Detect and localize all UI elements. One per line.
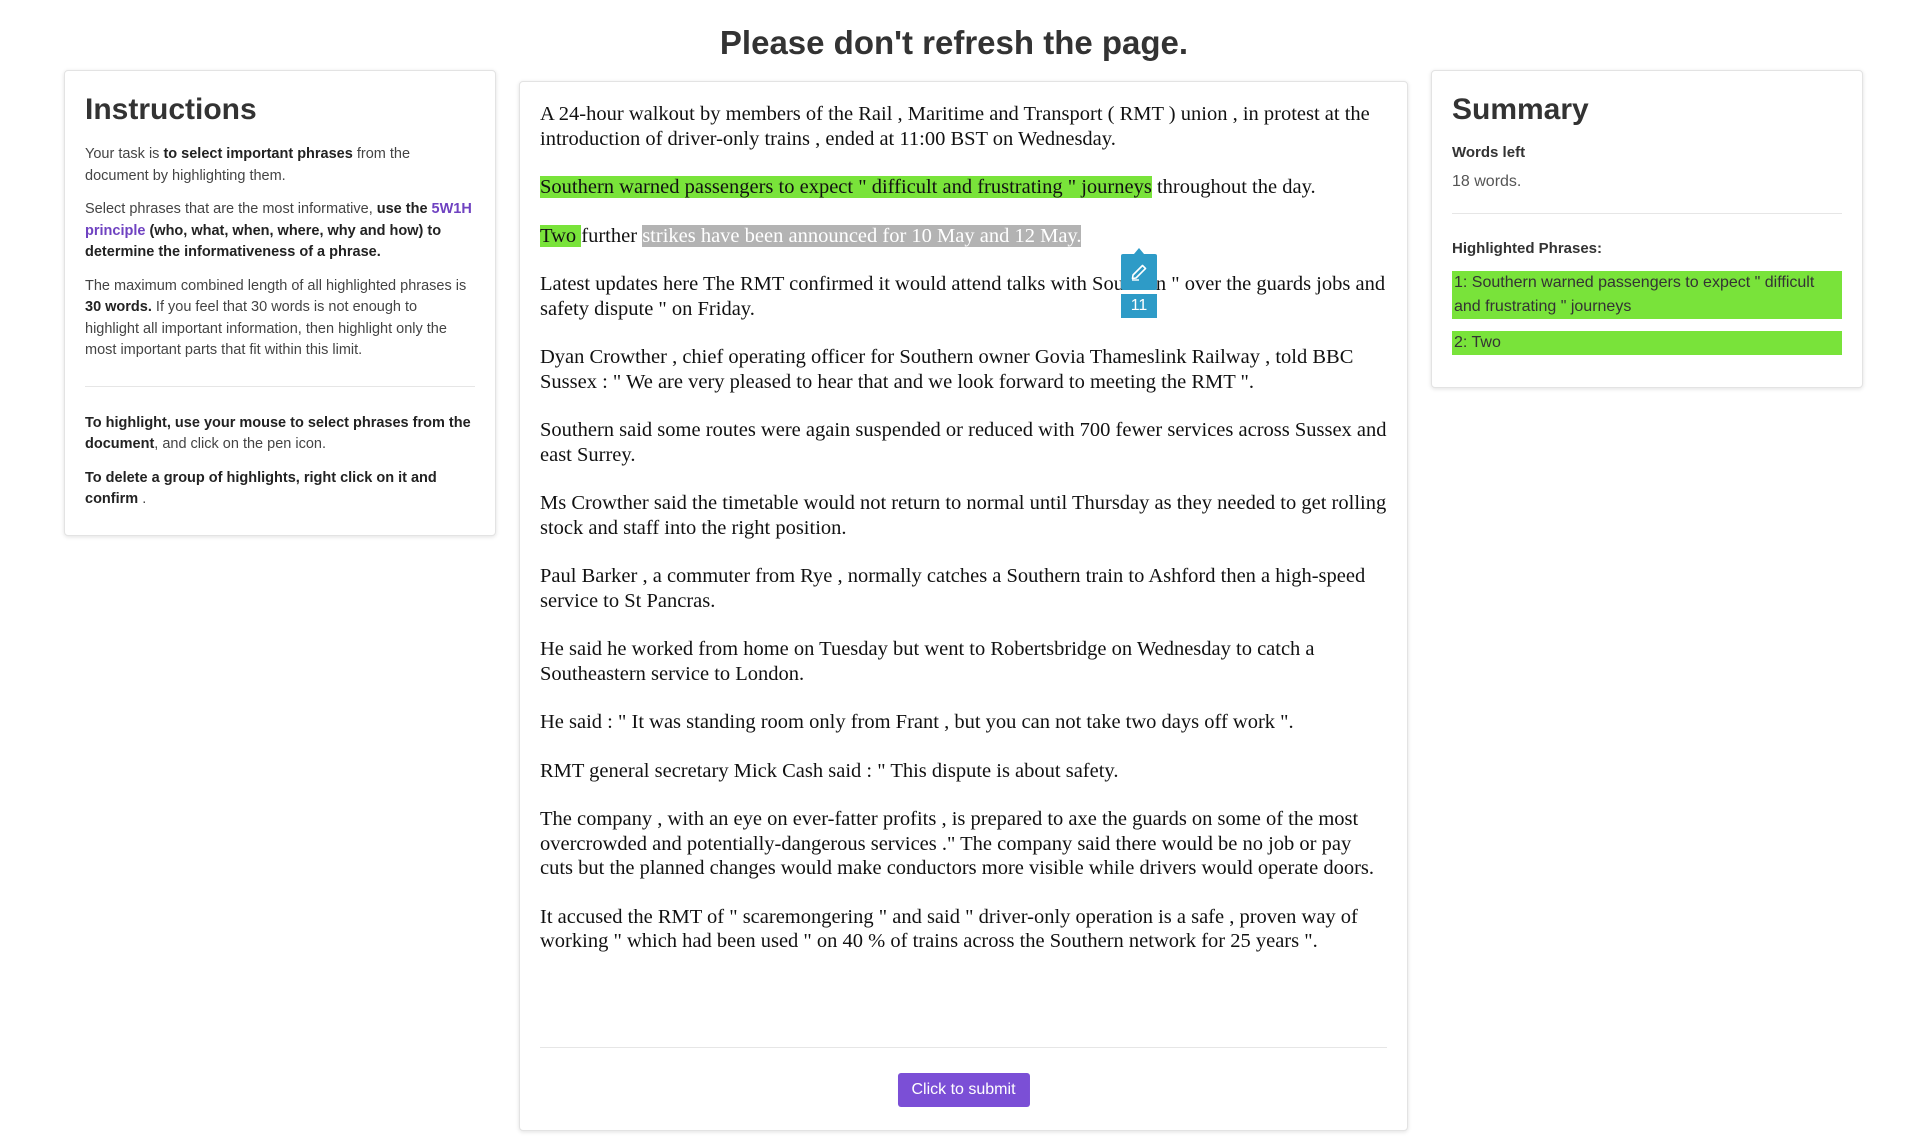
doc-paragraph[interactable]: He said he worked from home on Tuesday b… [540, 637, 1387, 686]
summary-panel: Summary Words left 18 words. Highlighted… [1431, 70, 1863, 388]
doc-paragraph[interactable]: He said : " It was standing room only fr… [540, 710, 1387, 735]
doc-text[interactable]: further [581, 225, 642, 247]
highlighted-phrases-label: Highlighted Phrases: [1452, 240, 1603, 257]
instructions-task: Your task is to select important phrases… [85, 144, 475, 187]
instructions-emphasis: use the [376, 201, 432, 217]
instructions-text: Select phrases that are the most informa… [85, 201, 377, 217]
instructions-text: The maximum combined length of all highl… [85, 277, 467, 294]
doc-text[interactable]: throughout the day. [1152, 176, 1316, 198]
document-body[interactable]: A 24-hour walkout by members of the Rail… [540, 102, 1387, 954]
highlight-popup: 11 [1121, 248, 1157, 318]
instructions-emphasis: 30 words. [85, 299, 152, 315]
instructions-text: Your task is [85, 146, 164, 162]
doc-paragraph[interactable]: Southern warned passengers to expect " d… [540, 175, 1387, 200]
divider [85, 385, 475, 387]
doc-paragraph[interactable]: Southern said some routes were again sus… [540, 418, 1387, 467]
summary-title: Summary [1452, 93, 1589, 126]
highlighted-phrase[interactable]: Southern warned passengers to expect " d… [540, 176, 1152, 198]
summary-phrase[interactable]: 1: Southern warned passengers to expect … [1452, 271, 1842, 319]
doc-paragraph[interactable]: The company , with an eye on ever-fatter… [540, 807, 1387, 881]
doc-paragraph[interactable]: Dyan Crowther , chief operating officer … [540, 345, 1387, 394]
instructions-panel: Instructions Your task is to select impo… [64, 70, 496, 536]
instructions-title: Instructions [85, 93, 257, 126]
doc-paragraph[interactable]: Ms Crowther said the timetable would not… [540, 491, 1387, 540]
selected-text[interactable]: strikes have been announced for 10 May a… [642, 224, 1082, 247]
selection-word-count: 11 [1121, 294, 1157, 318]
submit-button[interactable]: Click to submit [897, 1073, 1030, 1107]
doc-paragraph[interactable]: RMT general secretary Mick Cash said : "… [540, 759, 1387, 784]
page-title: Please don't refresh the page. [719, 24, 1189, 61]
instructions-limit: The maximum combined length of all highl… [85, 276, 475, 362]
divider [1452, 213, 1842, 214]
document-footer: Click to submit [540, 1047, 1387, 1130]
words-left-value: 18 words. [1452, 173, 1522, 190]
instructions-emphasis: to select important phrases [163, 146, 353, 162]
summary-phrase[interactable]: 2: Two [1452, 331, 1842, 355]
words-left-label: Words left [1452, 144, 1526, 161]
instructions-5w1h: Select phrases that are the most informa… [85, 199, 475, 264]
instructions-delete-how: To delete a group of highlights, right c… [85, 468, 475, 511]
doc-paragraph[interactable]: Latest updates here The RMT confirmed it… [540, 272, 1387, 321]
doc-paragraph[interactable]: It accused the RMT of " scaremongering "… [540, 905, 1387, 954]
pen-button[interactable] [1121, 248, 1157, 290]
pen-icon [1131, 264, 1147, 281]
doc-paragraph[interactable]: Two further strikes have been announced … [540, 224, 1387, 249]
highlighted-phrase[interactable]: Two [540, 224, 582, 247]
doc-paragraph[interactable]: Paul Barker , a commuter from Rye , norm… [540, 564, 1387, 613]
document-panel: A 24-hour walkout by members of the Rail… [519, 81, 1408, 1131]
instructions-text: . [138, 491, 147, 507]
instructions-text: , and click on the pen icon. [154, 436, 326, 452]
instructions-highlight-how: To highlight, use your mouse to select p… [85, 413, 475, 456]
doc-paragraph[interactable]: A 24-hour walkout by members of the Rail… [540, 102, 1387, 151]
